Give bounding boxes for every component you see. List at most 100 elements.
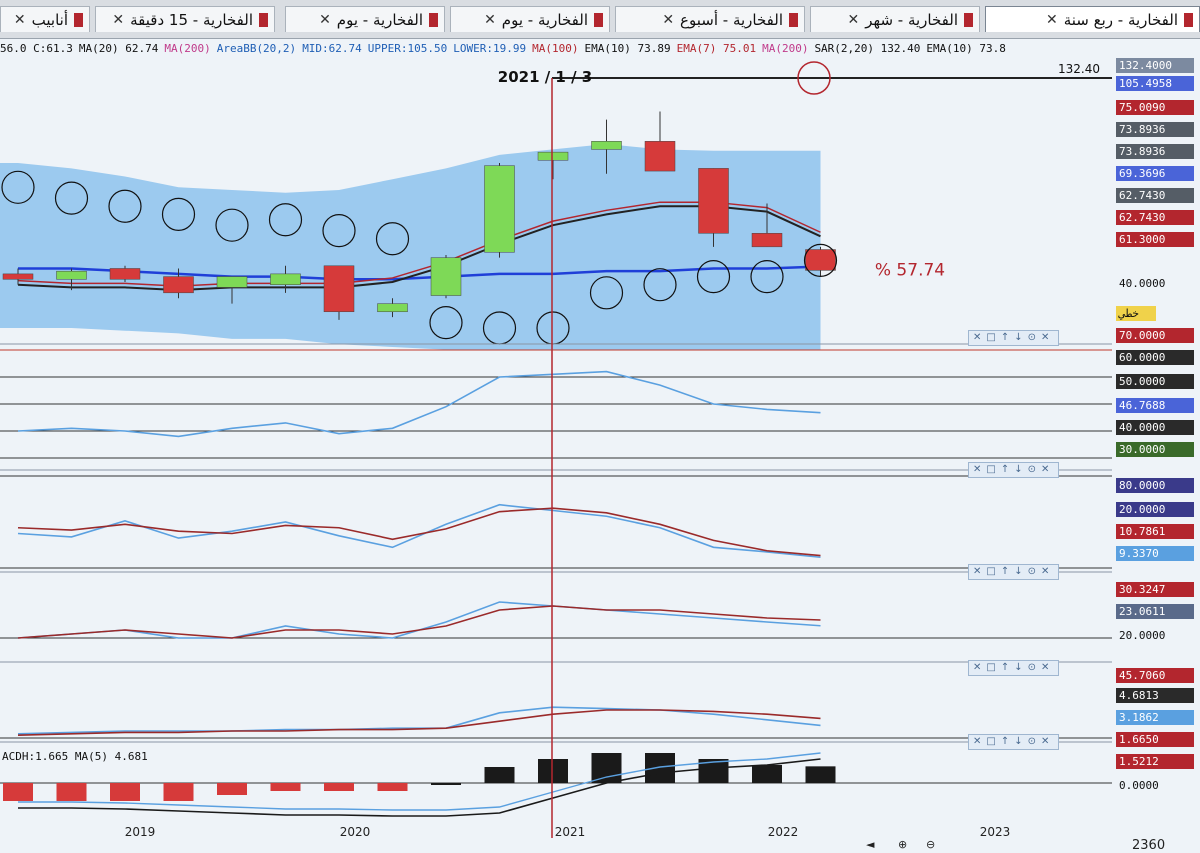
candle xyxy=(109,268,141,280)
indicator-label: SAR(2,20) 132.40 xyxy=(814,42,921,55)
indicator-label: EMA(10) 73.8 xyxy=(926,42,1006,55)
tab-3[interactable]: ✕ الفخارية - يوم xyxy=(450,6,610,32)
axis-value-label: 20.0000 xyxy=(1116,502,1194,517)
axis-value-label: 50.0000 xyxy=(1116,374,1194,389)
candle xyxy=(591,141,622,150)
zoom-out-icon[interactable]: ⊖ xyxy=(926,838,935,851)
close-icon[interactable]: ✕ xyxy=(484,12,496,28)
indicator-info-bar: 56.0 C:61.3 MA(20) 62.74 MA(200) AreaBB(20,… xyxy=(0,40,1200,58)
tab-label: الفخارية - يوم xyxy=(336,10,423,29)
close-icon[interactable]: ✕ xyxy=(1046,12,1058,28)
tab-label: الفخارية - أسبوع xyxy=(680,10,783,29)
indicator-label: EMA(10) 73.89 xyxy=(584,42,671,55)
close-icon[interactable]: ✕ xyxy=(848,12,860,28)
tab-bar: ✕ الفخارية - ربع سنة ✕ الفخارية - شهر ✕ الفخا… xyxy=(0,0,1200,39)
tab-0[interactable]: ✕ الفخارية - ربع سنة xyxy=(985,6,1200,32)
macd-bar xyxy=(752,765,782,783)
indicator-label: MA(200) xyxy=(164,42,211,55)
axis-value-label: 0.0000 xyxy=(1119,779,1159,792)
x-axis-tick-label: 2023 xyxy=(980,825,1011,838)
x-axis-tick-label: 2022 xyxy=(768,825,799,838)
macd-bar xyxy=(377,783,408,791)
axis-value-label: 73.8936 xyxy=(1116,144,1194,159)
candle xyxy=(430,257,462,296)
chart-area[interactable]: 132.40 2021 / 1 / 3 % 57.74 ACDH:1.665 MA(5… xyxy=(0,58,1112,838)
close-icon[interactable]: ✕ xyxy=(112,12,124,28)
status-bar: ◄ ⊕ ⊖ 2360 xyxy=(860,838,1200,853)
pane-controls[interactable]: ✕□↑↓⊙✕ xyxy=(968,660,1060,676)
macd-header-label: ACDH:1.665 MA(5) 4.681 xyxy=(2,750,148,763)
axis-value-label: 45.7060 xyxy=(1116,668,1194,683)
candle xyxy=(56,270,87,280)
candle xyxy=(537,151,569,161)
axis-value-label: 10.7861 xyxy=(1116,524,1194,539)
tab-color-icon xyxy=(74,12,83,27)
candle xyxy=(484,165,515,253)
tab-5[interactable]: ✕ الفخارية - 15 دقيقة xyxy=(95,6,275,32)
close-icon[interactable]: ✕ xyxy=(662,12,674,28)
macd-bar xyxy=(324,783,354,791)
macd-bar xyxy=(538,759,568,783)
tab-1[interactable]: ✕ الفخارية - شهر xyxy=(810,6,980,32)
tab-color-icon xyxy=(964,12,973,27)
axis-value-label: 30.3247 xyxy=(1116,582,1194,597)
indicator-label: 56.0 C:61.3 xyxy=(0,42,73,55)
axis-value-label: 62.7430 xyxy=(1116,188,1194,203)
candle xyxy=(270,273,301,285)
axis-value-label: 80.0000 xyxy=(1116,478,1194,493)
tab-label: أنابيب xyxy=(31,10,68,29)
macd-bar xyxy=(110,783,140,801)
axis-value-label: 30.0000 xyxy=(1116,442,1194,457)
candle xyxy=(751,233,783,248)
indicator-label: LOWER:19.99 xyxy=(453,42,527,55)
line-tool-badge[interactable]: خطي xyxy=(1116,306,1156,321)
axis-value-label: 105.4958 xyxy=(1116,76,1194,91)
pane-controls[interactable]: ✕□↑↓⊙✕ xyxy=(968,564,1060,580)
pane-controls[interactable]: ✕□↑↓⊙✕ xyxy=(968,734,1060,750)
hline-value-label: 132.40 xyxy=(1058,62,1100,76)
macd-bar xyxy=(56,783,87,801)
tab-6[interactable]: ✕ أنابيب xyxy=(0,6,90,32)
axis-value-label: 61.3000 xyxy=(1116,232,1194,247)
candle xyxy=(323,265,355,313)
axis-value-label: 1.5212 xyxy=(1116,754,1194,769)
scroll-left-icon[interactable]: ◄ xyxy=(866,838,874,851)
candle xyxy=(163,276,194,294)
tab-2[interactable]: ✕ الفخارية - أسبوع xyxy=(615,6,805,32)
indicator-label: UPPER:105.50 xyxy=(367,42,448,55)
pane-controls[interactable]: ✕□↑↓⊙✕ xyxy=(968,330,1060,346)
candle xyxy=(644,141,676,172)
macd-bar xyxy=(431,783,461,785)
pane-controls[interactable]: ✕□↑↓⊙✕ xyxy=(968,462,1060,478)
zoom-value: 2360 xyxy=(1132,838,1166,853)
axis-value-label: 60.0000 xyxy=(1116,350,1194,365)
macd-bar xyxy=(591,753,622,783)
tab-color-icon xyxy=(789,12,798,27)
indicator-label: EMA(7) 75.01 xyxy=(676,42,757,55)
close-icon[interactable]: ✕ xyxy=(319,12,331,28)
axis-value-label: 9.3370 xyxy=(1116,546,1194,561)
indicator-label: MA(20) 62.74 xyxy=(78,42,159,55)
tab-label: الفخارية - شهر xyxy=(865,10,958,29)
axis-value-label: 69.3696 xyxy=(1116,166,1194,181)
macd-bar xyxy=(270,783,301,791)
axis-value-label: 132.4000 xyxy=(1116,58,1194,73)
percent-change-label: % 57.74 xyxy=(875,260,945,280)
tab-label: الفخارية - ربع سنة xyxy=(1063,10,1178,29)
axis-value-label: 73.8936 xyxy=(1116,122,1194,137)
zoom-in-icon[interactable]: ⊕ xyxy=(898,838,907,851)
macd-bar xyxy=(484,767,515,783)
candle xyxy=(377,303,408,313)
axis-value-label: 70.0000 xyxy=(1116,328,1194,343)
x-axis-tick-label: 2021 xyxy=(555,825,586,838)
tab-4[interactable]: ✕ الفخارية - يوم xyxy=(285,6,445,32)
axis-value-label: 3.1862 xyxy=(1116,710,1194,725)
tab-color-icon xyxy=(429,12,438,27)
tab-label: الفخارية - يوم xyxy=(501,10,588,29)
indicator-label: AreaBB(20,2) xyxy=(216,42,297,55)
close-icon[interactable]: ✕ xyxy=(14,12,26,28)
tab-color-icon xyxy=(259,12,268,27)
date-marker-label: 2021 / 1 / 3 xyxy=(498,68,592,86)
macd-bar xyxy=(805,766,836,783)
indicator-line xyxy=(17,507,821,557)
